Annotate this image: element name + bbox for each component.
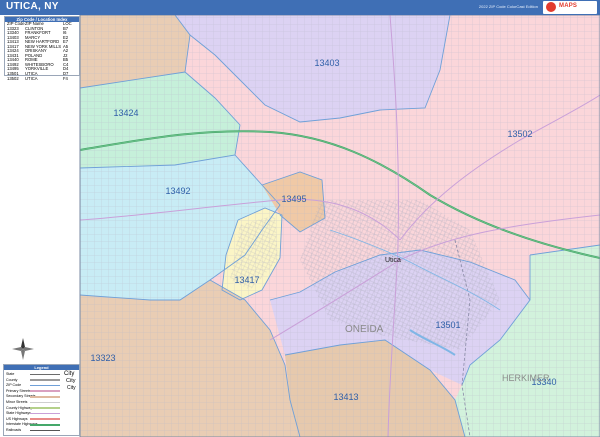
north-arrow-icon: [12, 338, 34, 360]
legend-item-label: State: [6, 372, 15, 376]
zip-label-13413: 13413: [333, 392, 358, 402]
legend-item-label: ZIP Code: [6, 383, 22, 388]
map-canvas[interactable]: 13403 13424 13502 13492 13495 13417 1350…: [0, 15, 600, 437]
zip-label-13502: 13502: [507, 129, 532, 139]
city-label-utica: Utica: [385, 257, 401, 264]
zip-label-13403: 13403: [314, 58, 339, 68]
county-label-herkimer: HERKIMER: [502, 373, 550, 383]
legend-item-label: Railroads: [6, 428, 22, 432]
legend-symbol: [30, 418, 60, 420]
zip-index-table: Zip Code / Location Index ZIP Code ZIP N…: [4, 16, 80, 80]
legend-city-sample: City: [66, 378, 76, 384]
zip-index-cell: F4: [63, 75, 68, 81]
zip-label-13323: 13323: [90, 353, 115, 363]
zip-label-13492: 13492: [165, 186, 190, 196]
zip-label-13417: 13417: [234, 275, 259, 285]
legend-symbol: [30, 384, 60, 387]
logo-text: MAPS: [559, 3, 578, 9]
legend-symbol: [30, 407, 60, 409]
legend-symbol: [30, 412, 60, 415]
zip-index-row: 13502 UTICA F4: [5, 75, 79, 82]
legend-symbol: [30, 424, 60, 426]
publisher-logo: MAPS: [543, 1, 597, 14]
zip-label-13495: 13495: [281, 194, 306, 204]
legend-item-label: State Highways: [6, 411, 31, 416]
legend-symbol: [30, 390, 60, 392]
legend-symbol: [30, 379, 60, 381]
zip-label-13501: 13501: [435, 320, 460, 330]
zip-index-cell: UTICA: [25, 75, 38, 81]
county-label-oneida: ONEIDA: [345, 324, 384, 335]
legend-symbol: [30, 429, 60, 432]
legend-item-label: County: [6, 377, 18, 382]
edition-label: 2022 ZIP Code ColorCast Edition: [478, 4, 538, 9]
legend-symbol: [30, 373, 60, 376]
legend-symbol: [30, 396, 60, 398]
zip-index-cell: 13502: [7, 75, 19, 81]
legend-city-sample: City: [64, 371, 75, 377]
legend-symbol: [30, 401, 60, 404]
legend-item-label: Primary Streets: [6, 388, 31, 393]
legend-item-label: US Highways: [6, 416, 28, 421]
legend-item-label: Minor Streets: [6, 400, 28, 404]
legend-city-sample: City: [67, 385, 76, 391]
legend-title: Legend: [4, 365, 79, 370]
title-bar: UTICA, NY 2022 ZIP Code ColorCast Editio…: [0, 0, 600, 15]
map-title: UTICA, NY: [6, 1, 59, 12]
map-legend: Legend State County ZIP Code Primary Street…: [3, 364, 80, 436]
zip-label-13424: 13424: [113, 108, 138, 118]
logo-mark-icon: [546, 2, 556, 12]
